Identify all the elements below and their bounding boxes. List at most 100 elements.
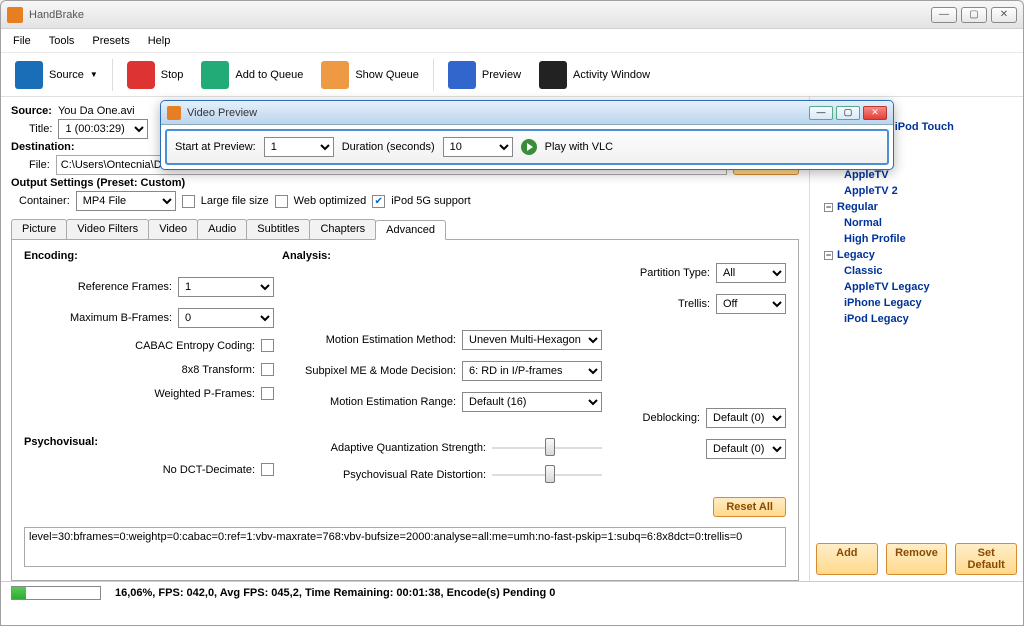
tab-video[interactable]: Video <box>148 219 198 239</box>
tab-picture[interactable]: Picture <box>11 219 67 239</box>
source-label: Source: <box>11 105 52 117</box>
add-queue-button[interactable]: Add to Queue <box>197 59 307 91</box>
deblock2-select[interactable]: Default (0) <box>706 439 786 459</box>
app-title: HandBrake <box>29 9 931 21</box>
ptype-select[interactable]: All <box>716 263 786 283</box>
title-label: Title: <box>29 123 52 135</box>
menu-tools[interactable]: Tools <box>49 35 75 47</box>
menubar: File Tools Presets Help <box>1 29 1023 53</box>
preset-appletv2[interactable]: AppleTV 2 <box>816 183 1017 199</box>
file-label: File: <box>29 159 50 171</box>
no-dct-checkbox[interactable] <box>261 463 274 476</box>
app-icon <box>7 7 23 23</box>
mer-select[interactable]: Default (16) <box>462 392 602 412</box>
tab-chapters[interactable]: Chapters <box>309 219 376 239</box>
subpix-select[interactable]: 6: RD in I/P-frames <box>462 361 602 381</box>
duration-select[interactable]: 10 <box>443 137 513 157</box>
ptype-label: Partition Type: <box>640 267 710 279</box>
preview-minimize-button[interactable]: — <box>809 106 833 120</box>
deblock-label: Deblocking: <box>643 412 700 424</box>
preset-appletv-legacy[interactable]: AppleTV Legacy <box>816 279 1017 295</box>
large-file-label: Large file size <box>201 195 269 207</box>
advanced-panel: Encoding: Reference Frames: 1 Maximum B-F… <box>11 240 799 581</box>
output-header: Output Settings (Preset: Custom) <box>11 177 185 189</box>
preview-button[interactable]: Preview <box>444 59 525 91</box>
duration-label: Duration (seconds) <box>342 141 435 153</box>
collapse-icon[interactable]: − <box>824 203 833 212</box>
aqs-slider[interactable] <box>492 440 602 456</box>
activity-button[interactable]: Activity Window <box>535 59 654 91</box>
t8x8-checkbox[interactable] <box>261 363 274 376</box>
container-label: Container: <box>19 195 70 207</box>
stop-button[interactable]: Stop <box>123 59 188 91</box>
preset-remove-button[interactable]: Remove <box>886 543 948 575</box>
source-value: You Da One.avi <box>58 105 135 117</box>
preset-cat-regular[interactable]: −Regular <box>816 199 1017 215</box>
ref-frames-label: Reference Frames: <box>40 281 172 293</box>
preset-normal[interactable]: Normal <box>816 215 1017 231</box>
menu-file[interactable]: File <box>13 35 31 47</box>
preset-highprofile[interactable]: High Profile <box>816 231 1017 247</box>
tab-video-filters[interactable]: Video Filters <box>66 219 149 239</box>
options-string[interactable]: level=30:bframes=0:weightp=0:cabac=0:ref… <box>24 527 786 567</box>
preset-ipod-legacy[interactable]: iPod Legacy <box>816 311 1017 327</box>
show-queue-button[interactable]: Show Queue <box>317 59 423 91</box>
wp-checkbox[interactable] <box>261 387 274 400</box>
menu-presets[interactable]: Presets <box>92 35 129 47</box>
preview-titlebar[interactable]: Video Preview — ▢ ✕ <box>161 101 893 125</box>
minimize-button[interactable]: — <box>931 7 957 23</box>
no-dct-label: No DCT-Decimate: <box>123 464 255 476</box>
tab-subtitles[interactable]: Subtitles <box>246 219 310 239</box>
close-button[interactable]: ✕ <box>991 7 1017 23</box>
collapse-icon[interactable]: − <box>824 251 833 260</box>
t8x8-label: 8x8 Transform: <box>123 364 255 376</box>
preview-icon <box>448 61 476 89</box>
max-b-select[interactable]: 0 <box>178 308 274 328</box>
preset-setdefault-button[interactable]: Set Default <box>955 543 1017 575</box>
preview-maximize-button[interactable]: ▢ <box>836 106 860 120</box>
prd-slider[interactable] <box>492 467 602 483</box>
ipod5g-checkbox[interactable]: ✔ <box>372 195 385 208</box>
preset-classic[interactable]: Classic <box>816 263 1017 279</box>
mem-select[interactable]: Uneven Multi-Hexagon <box>462 330 602 350</box>
ipod5g-label: iPod 5G support <box>391 195 471 207</box>
prd-label: Psychovisual Rate Distortion: <box>318 469 486 481</box>
large-file-checkbox[interactable] <box>182 195 195 208</box>
max-b-label: Maximum B-Frames: <box>40 312 172 324</box>
mem-label: Motion Estimation Method: <box>288 334 456 346</box>
ref-frames-select[interactable]: 1 <box>178 277 274 297</box>
preset-add-button[interactable]: Add <box>816 543 878 575</box>
source-button[interactable]: Source ▼ <box>11 59 102 91</box>
preset-cat-legacy[interactable]: −Legacy <box>816 247 1017 263</box>
menu-help[interactable]: Help <box>148 35 171 47</box>
reset-all-button[interactable]: Reset All <box>713 497 786 517</box>
title-select[interactable]: 1 (00:03:29) <box>58 119 148 139</box>
web-opt-checkbox[interactable] <box>275 195 288 208</box>
stop-icon <box>127 61 155 89</box>
tab-advanced[interactable]: Advanced <box>375 220 446 240</box>
analysis-header: Analysis: <box>282 250 602 262</box>
activity-icon <box>539 61 567 89</box>
cabac-checkbox[interactable] <box>261 339 274 352</box>
film-icon <box>15 61 43 89</box>
preset-iphone-legacy[interactable]: iPhone Legacy <box>816 295 1017 311</box>
cabac-label: CABAC Entropy Coding: <box>123 340 255 352</box>
trellis-select[interactable]: Off <box>716 294 786 314</box>
show-queue-icon <box>321 61 349 89</box>
preview-close-button[interactable]: ✕ <box>863 106 887 120</box>
tab-audio[interactable]: Audio <box>197 219 247 239</box>
deblock1-select[interactable]: Default (0) <box>706 408 786 428</box>
start-preview-label: Start at Preview: <box>175 141 256 153</box>
status-text: 16,06%, FPS: 042,0, Avg FPS: 045,2, Time… <box>115 587 555 599</box>
play-vlc-link[interactable]: Play with VLC <box>545 141 613 153</box>
container-select[interactable]: MP4 File <box>76 191 176 211</box>
video-preview-window: Video Preview — ▢ ✕ Start at Preview: 1 … <box>160 100 894 170</box>
toolbar: Source ▼ Stop Add to Queue Show Queue Pr… <box>1 53 1023 97</box>
wp-label: Weighted P-Frames: <box>123 388 255 400</box>
maximize-button[interactable]: ▢ <box>961 7 987 23</box>
subpix-label: Subpixel ME & Mode Decision: <box>288 365 456 377</box>
play-icon[interactable] <box>521 139 537 155</box>
trellis-label: Trellis: <box>678 298 710 310</box>
encoding-header: Encoding: <box>24 250 274 262</box>
start-preview-select[interactable]: 1 <box>264 137 334 157</box>
